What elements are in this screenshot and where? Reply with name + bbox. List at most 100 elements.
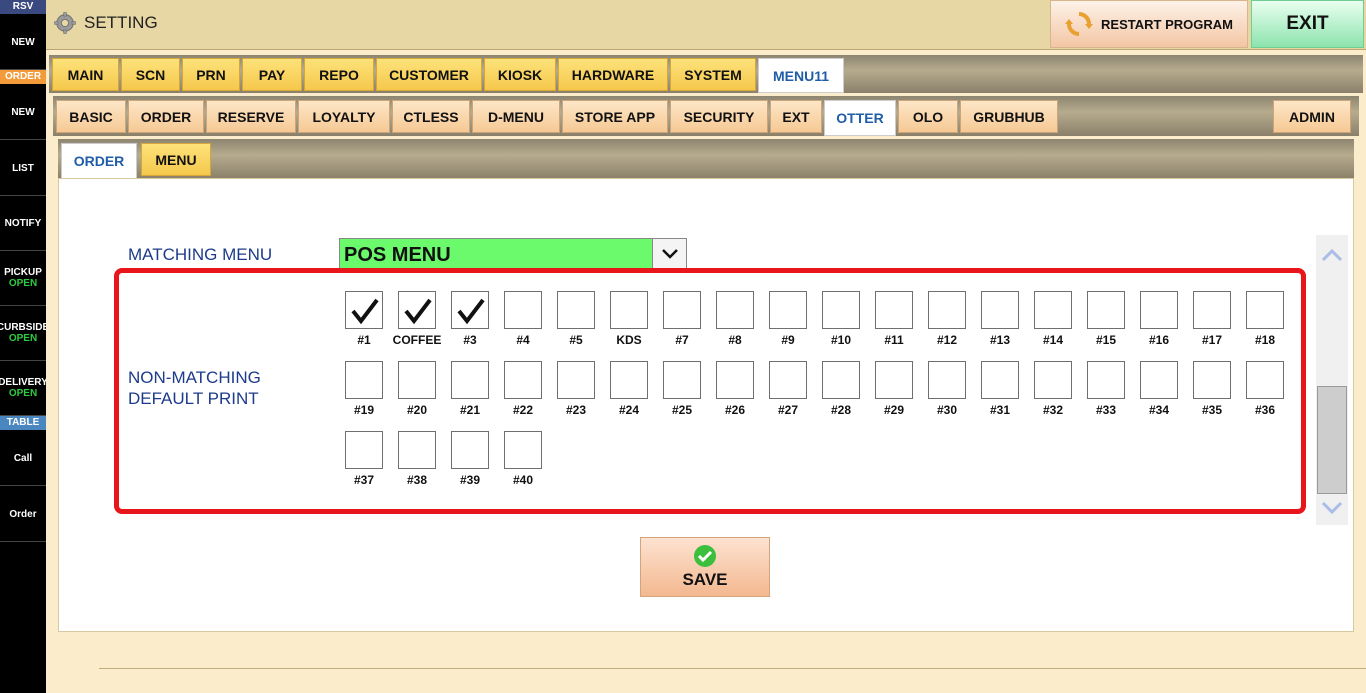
sidebar-item-curbside[interactable]: CURBSIDE OPEN	[0, 306, 46, 361]
tab-main[interactable]: MAIN	[52, 58, 119, 91]
tab-grubhub[interactable]: GRUBHUB	[960, 100, 1058, 133]
printer-checkbox[interactable]	[769, 361, 807, 399]
sidebar-item-delivery[interactable]: DELIVERY OPEN	[0, 361, 46, 416]
tab-prn[interactable]: PRN	[182, 58, 240, 91]
printer-checkbox[interactable]	[1087, 291, 1125, 329]
printer-checkbox-label: #18	[1254, 333, 1276, 347]
tab-hardware[interactable]: HARDWARE	[558, 58, 668, 91]
sidebar-item-label: Call	[13, 452, 33, 464]
printer-checkbox[interactable]	[822, 361, 860, 399]
tab-order[interactable]: ORDER	[128, 100, 204, 133]
tab-ext[interactable]: EXT	[770, 100, 822, 133]
printer-checkbox[interactable]	[610, 291, 648, 329]
tab-admin[interactable]: ADMIN	[1273, 100, 1351, 133]
printer-checkbox[interactable]	[398, 361, 436, 399]
sidebar-item-rsv-new[interactable]: NEW	[0, 15, 46, 70]
matching-menu-dropdown[interactable]: POS MENU	[339, 238, 687, 270]
sidebar-item-notify[interactable]: NOTIFY	[0, 196, 46, 251]
printer-checkbox[interactable]	[345, 361, 383, 399]
sidebar-item-call[interactable]: Call	[0, 431, 46, 486]
printer-checkbox[interactable]	[1193, 291, 1231, 329]
printer-checkbox[interactable]	[345, 431, 383, 469]
printer-checkbox[interactable]	[1140, 361, 1178, 399]
sub-tab-bar: BASIC ORDER RESERVE LOYALTY CTLESS D-MEN…	[53, 96, 1359, 136]
tab-basic[interactable]: BASIC	[56, 100, 126, 133]
printer-checkbox[interactable]	[610, 361, 648, 399]
tab-inner-order[interactable]: ORDER	[61, 143, 137, 179]
printer-checkbox[interactable]	[1193, 361, 1231, 399]
sidebar-item-label: PICKUP	[4, 267, 42, 278]
sidebar-item-list[interactable]: LIST	[0, 141, 46, 196]
sidebar-item-order[interactable]: Order	[0, 487, 46, 542]
tab-pay[interactable]: PAY	[242, 58, 302, 91]
printer-checkbox[interactable]	[451, 291, 489, 329]
printer-checkbox-label: #5	[569, 333, 583, 347]
tab-system[interactable]: SYSTEM	[670, 58, 756, 91]
printer-checkbox-label: COFFEE	[392, 333, 442, 347]
restart-program-button[interactable]: RESTART PROGRAM	[1050, 0, 1248, 48]
non-matching-default-print-label: NON-MATCHING DEFAULT PRINT	[128, 367, 261, 409]
exit-button[interactable]: EXIT	[1251, 0, 1364, 48]
tab-reserve[interactable]: RESERVE	[206, 100, 296, 133]
printer-checkbox[interactable]	[557, 361, 595, 399]
printer-checkbox[interactable]	[981, 361, 1019, 399]
printer-checkbox-label: #7	[675, 333, 689, 347]
save-button[interactable]: SAVE	[640, 537, 770, 597]
printer-checkbox[interactable]	[504, 291, 542, 329]
tab-menu11[interactable]: MENU11	[758, 58, 844, 93]
highlight-box	[114, 268, 1306, 514]
printer-checkbox[interactable]	[504, 431, 542, 469]
scrollbar-thumb[interactable]	[1317, 386, 1347, 494]
printer-checkbox[interactable]	[875, 361, 913, 399]
checkmark-icon	[404, 298, 432, 325]
printer-checkbox[interactable]	[398, 431, 436, 469]
tab-customer[interactable]: CUSTOMER	[376, 58, 482, 91]
printer-checkbox[interactable]	[1034, 361, 1072, 399]
printer-checkbox[interactable]	[504, 361, 542, 399]
printer-checkbox-label: #9	[781, 333, 795, 347]
printer-checkbox[interactable]	[822, 291, 860, 329]
printer-checkbox[interactable]	[716, 291, 754, 329]
printer-checkbox[interactable]	[1246, 291, 1284, 329]
printer-checkbox[interactable]	[875, 291, 913, 329]
printer-checkbox-label: #36	[1254, 403, 1276, 417]
tab-otter[interactable]: OTTER	[824, 100, 896, 136]
tab-d-menu[interactable]: D-MENU	[472, 100, 560, 133]
tab-olo[interactable]: OLO	[898, 100, 958, 133]
sidebar-item-pickup[interactable]: PICKUP OPEN	[0, 251, 46, 306]
chevron-down-icon[interactable]	[652, 239, 686, 269]
printer-checkbox[interactable]	[928, 361, 966, 399]
sidebar-header-rsv: RSV	[0, 0, 46, 14]
printer-checkbox[interactable]	[557, 291, 595, 329]
tab-store-app[interactable]: STORE APP	[562, 100, 668, 133]
printer-checkbox-label: #34	[1148, 403, 1170, 417]
printer-checkbox[interactable]	[716, 361, 754, 399]
tab-inner-menu[interactable]: MENU	[141, 143, 211, 176]
vertical-scrollbar[interactable]	[1316, 235, 1348, 525]
tab-security[interactable]: SECURITY	[670, 100, 768, 133]
sidebar-item-order-new[interactable]: NEW	[0, 85, 46, 140]
printer-checkbox[interactable]	[928, 291, 966, 329]
printer-checkbox[interactable]	[981, 291, 1019, 329]
tab-repo[interactable]: REPO	[304, 58, 374, 91]
printer-checkbox[interactable]	[451, 361, 489, 399]
printer-checkbox[interactable]	[663, 291, 701, 329]
printer-checkbox[interactable]	[1246, 361, 1284, 399]
printer-checkbox[interactable]	[451, 431, 489, 469]
printer-checkbox[interactable]	[769, 291, 807, 329]
printer-checkbox[interactable]	[1140, 291, 1178, 329]
printer-checkbox[interactable]	[663, 361, 701, 399]
main-tab-bar: MAIN SCN PRN PAY REPO CUSTOMER KIOSK HAR…	[49, 55, 1363, 93]
tab-scn[interactable]: SCN	[121, 58, 180, 91]
printer-checkbox[interactable]	[345, 291, 383, 329]
chevron-down-icon[interactable]	[1316, 491, 1348, 525]
printer-checkbox[interactable]	[1034, 291, 1072, 329]
tab-loyalty[interactable]: LOYALTY	[298, 100, 390, 133]
restart-program-label: RESTART PROGRAM	[1101, 16, 1233, 32]
tab-ctless[interactable]: CTLESS	[392, 100, 470, 133]
printer-checkbox[interactable]	[1087, 361, 1125, 399]
chevron-up-icon[interactable]	[1316, 235, 1348, 275]
printer-checkbox[interactable]	[398, 291, 436, 329]
label-line: DEFAULT PRINT	[128, 389, 259, 408]
tab-kiosk[interactable]: KIOSK	[484, 58, 556, 91]
